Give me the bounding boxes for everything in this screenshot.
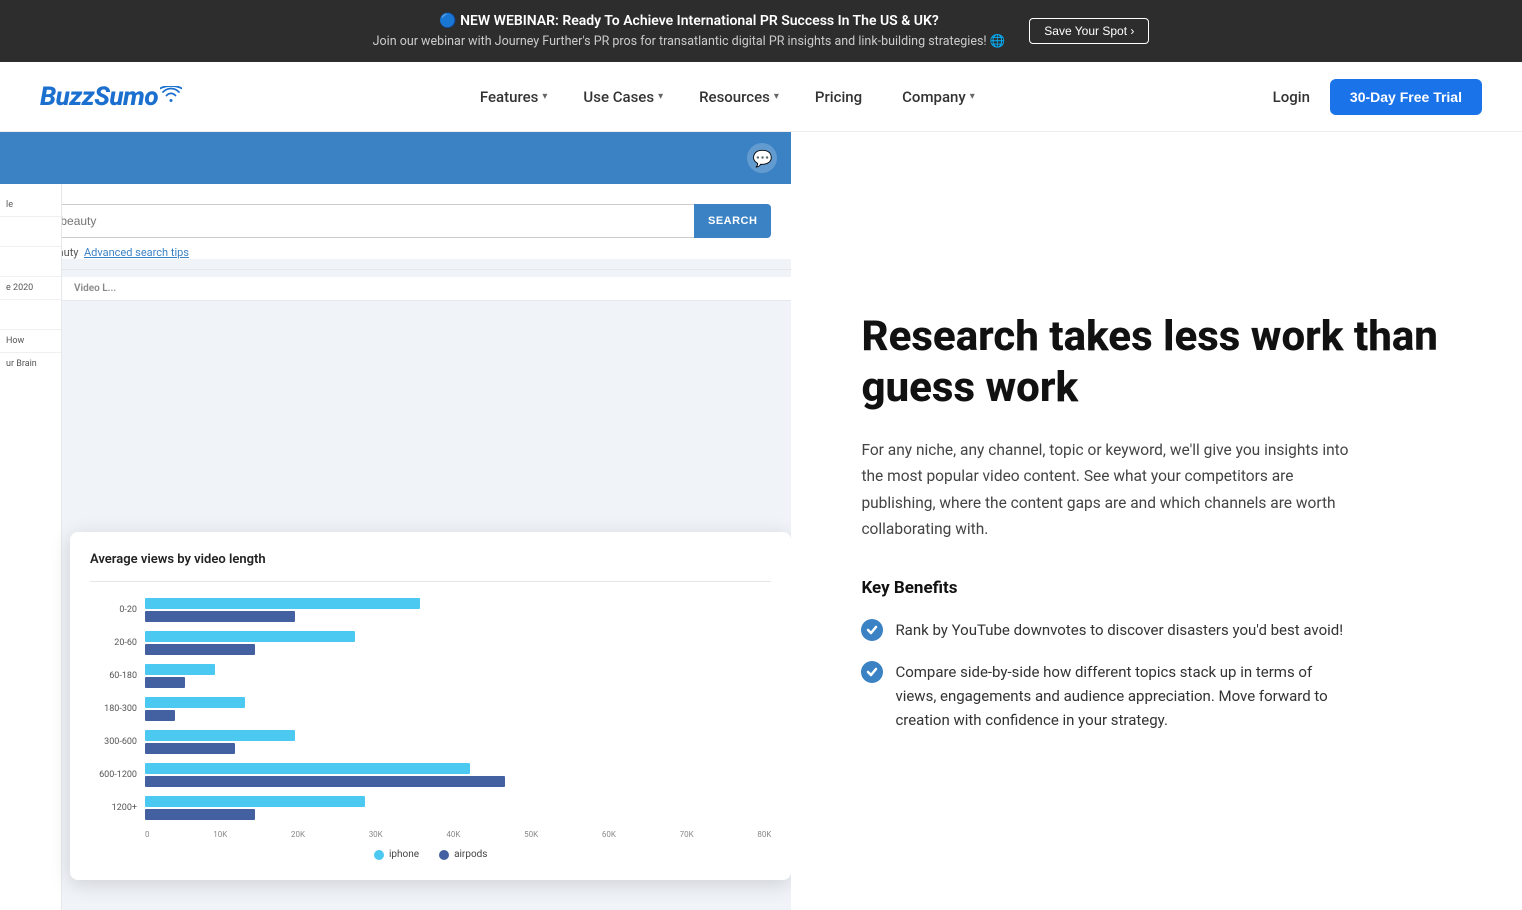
mockup-divider	[0, 269, 791, 270]
chart-title: Average views by video length	[90, 552, 771, 567]
bar-row: 300-600	[90, 728, 771, 756]
bar-row-label: 20-60	[90, 638, 145, 648]
main-content: 💬 SEARCH e OR beauty Advanced search tip…	[0, 132, 1522, 910]
mockup-search-area: SEARCH e OR beauty Advanced search tips	[0, 184, 791, 259]
side-spacer3	[0, 300, 61, 330]
bar-row: 1200+	[90, 794, 771, 822]
nav-pricing[interactable]: Pricing	[815, 88, 866, 106]
login-button[interactable]: Login	[1273, 88, 1310, 106]
bar-chart: 0-20 20-60 60-180 180-300 300-600 600-1200 120…	[90, 596, 771, 860]
logo-wifi-icon	[160, 86, 182, 102]
nav-use-cases[interactable]: Use Cases	[583, 88, 663, 106]
bar-cyan	[145, 664, 215, 675]
bar-cyan	[145, 631, 355, 642]
bar-row: 0-20	[90, 596, 771, 624]
benefit-1-text: Rank by YouTube downvotes to discover di…	[895, 618, 1343, 642]
bar-cyan	[145, 763, 470, 774]
trial-button[interactable]: 30-Day Free Trial	[1330, 79, 1482, 115]
mockup-search-bar: SEARCH	[20, 204, 771, 238]
bar-row: 180-300	[90, 695, 771, 723]
logo[interactable]: BuzzSumo	[40, 82, 182, 112]
mockup-search-button[interactable]: SEARCH	[694, 204, 771, 238]
benefit-2-check	[861, 661, 883, 683]
bar-indigo	[145, 644, 255, 655]
bar-indigo	[145, 611, 295, 622]
nav-company[interactable]: Company	[902, 88, 975, 106]
bar-rows: 0-20 20-60 60-180 180-300 300-600 600-1200 120…	[90, 596, 771, 822]
bar-row-label: 1200+	[90, 803, 145, 813]
bar-row: 600-1200	[90, 761, 771, 789]
side-brain: ur Brain	[0, 353, 61, 375]
side-spacer2	[0, 247, 61, 277]
benefit-2-text: Compare side-by-side how different topic…	[895, 660, 1355, 732]
bar-indigo	[145, 743, 235, 754]
bar-indigo	[145, 710, 175, 721]
chart-divider	[90, 581, 771, 582]
hero-title: Research takes less work than guess work	[861, 312, 1462, 413]
bar-group	[145, 730, 771, 754]
top-banner: 🔵 NEW WEBINAR: Ready To Achieve Internat…	[0, 0, 1522, 62]
bar-row-label: 60-180	[90, 671, 145, 681]
bar-row-label: 600-1200	[90, 770, 145, 780]
video-label: Video L...	[74, 283, 779, 294]
banner-title: 🔵 NEW WEBINAR: Ready To Achieve Internat…	[439, 10, 939, 32]
bar-group	[145, 763, 771, 787]
bar-group	[145, 697, 771, 721]
legend-iphone-dot	[374, 850, 384, 860]
bar-indigo	[145, 809, 255, 820]
checkmark-icon-1	[866, 624, 878, 636]
left-side-strip: le e 2020 How ur Brain	[0, 184, 62, 910]
nav-items: Features Use Cases Resources Pricing Com…	[480, 88, 975, 106]
chart-x-axis: 0 10K 20K 30K 40K 50K 60K 70K 80K	[145, 830, 771, 839]
nav-features[interactable]: Features	[480, 88, 548, 106]
mockup-search-input[interactable]	[20, 204, 694, 238]
legend-iphone: iphone	[374, 849, 419, 860]
bar-group	[145, 598, 771, 622]
right-panel: Research takes less work than guess work…	[791, 132, 1522, 910]
bar-row-label: 0-20	[90, 605, 145, 615]
legend-airpods-dot	[439, 850, 449, 860]
benefit-1-check	[861, 619, 883, 641]
bar-cyan	[145, 598, 420, 609]
bar-cyan	[145, 730, 295, 741]
side-item: le	[0, 194, 61, 217]
benefit-2: Compare side-by-side how different topic…	[861, 660, 1462, 732]
legend-airpods-label: airpods	[454, 849, 487, 860]
bar-row: 20-60	[90, 629, 771, 657]
side-year: e 2020	[0, 277, 61, 300]
navigation: BuzzSumo Features Use Cases Resources Pr…	[0, 62, 1522, 132]
nav-resources[interactable]: Resources	[699, 88, 779, 106]
key-benefits-title: Key Benefits	[861, 578, 1462, 598]
mockup-table-header: Video L...	[62, 277, 791, 301]
bar-row-label: 300-600	[90, 737, 145, 747]
checkmark-icon-2	[866, 666, 878, 678]
nav-right: Login 30-Day Free Trial	[1273, 79, 1482, 115]
left-panel: 💬 SEARCH e OR beauty Advanced search tip…	[0, 132, 791, 910]
bar-row-label: 180-300	[90, 704, 145, 714]
bar-cyan	[145, 796, 365, 807]
benefit-1: Rank by YouTube downvotes to discover di…	[861, 618, 1462, 642]
mockup-top-bar: 💬	[0, 132, 791, 184]
bar-group	[145, 796, 771, 820]
bar-row: 60-180	[90, 662, 771, 690]
bar-indigo	[145, 776, 505, 787]
side-how: How	[0, 330, 61, 353]
mockup-tips: e OR beauty Advanced search tips	[20, 246, 771, 259]
legend-iphone-label: iphone	[389, 849, 419, 860]
chart-legend: iphone airpods	[90, 849, 771, 860]
advanced-search-link[interactable]: Advanced search tips	[84, 246, 189, 259]
legend-airpods: airpods	[439, 849, 487, 860]
chart-card: Average views by video length 0-20 20-60 6…	[70, 532, 791, 880]
hero-description: For any niche, any channel, topic or key…	[861, 437, 1361, 542]
bar-group	[145, 631, 771, 655]
chat-icon: 💬	[747, 143, 777, 173]
save-spot-button[interactable]: Save Your Spot	[1029, 18, 1149, 44]
bar-group	[145, 664, 771, 688]
bar-indigo	[145, 677, 185, 688]
bar-cyan	[145, 697, 245, 708]
banner-subtitle: Join our webinar with Journey Further's …	[373, 32, 1006, 52]
side-spacer	[0, 217, 61, 247]
